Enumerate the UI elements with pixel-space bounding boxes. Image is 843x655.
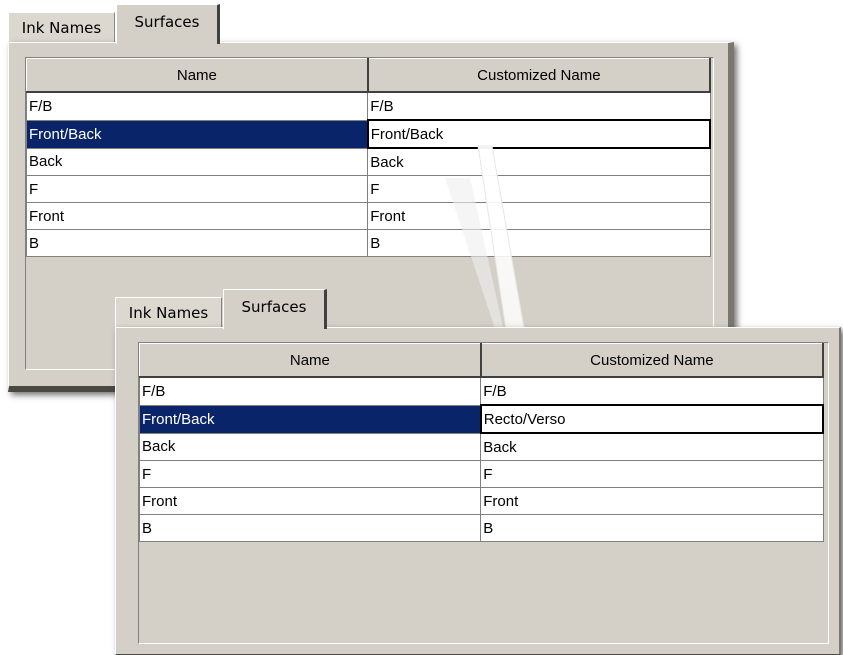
table-row[interactable]: Front Front — [138, 487, 824, 515]
name-cell[interactable]: F — [25, 175, 369, 203]
customized-name-cell[interactable]: B — [480, 514, 824, 542]
tab-strip: Ink Names Surfaces — [115, 285, 841, 329]
customized-name-cell[interactable]: Front — [367, 202, 711, 230]
column-header-customized-name[interactable]: Customized Name — [480, 343, 825, 378]
name-cell[interactable]: F/B — [25, 91, 369, 121]
column-header-name[interactable]: Name — [25, 58, 369, 93]
name-cell[interactable]: F/B — [138, 376, 482, 406]
customized-name-cell[interactable]: F/B — [480, 376, 824, 406]
table-row[interactable]: F F — [25, 175, 711, 203]
tab-content: Name Customized Name F/B F/B Front/Back … — [115, 327, 841, 655]
tab-ink-names[interactable]: Ink Names — [115, 297, 222, 327]
tab-surfaces[interactable]: Surfaces — [116, 4, 220, 44]
name-cell[interactable]: Back — [138, 432, 482, 461]
customized-name-edit-field[interactable]: Recto/Verso — [479, 404, 825, 434]
customized-name-cell[interactable]: Front — [480, 487, 824, 515]
table-row[interactable]: B B — [138, 514, 824, 542]
name-cell[interactable]: B — [138, 514, 482, 542]
name-cell-selected[interactable]: Front/Back — [138, 404, 482, 434]
table-row[interactable]: Back Back — [25, 147, 711, 176]
column-header-name[interactable]: Name — [138, 343, 482, 378]
table-row[interactable]: F F — [138, 460, 824, 488]
name-cell[interactable]: F — [138, 460, 482, 488]
customized-name-cell[interactable]: Back — [367, 147, 711, 176]
grid-frame: Name Customized Name F/B F/B Front/Back … — [138, 342, 829, 644]
surfaces-table: Name Customized Name F/B F/B Front/Back … — [138, 343, 825, 542]
name-cell-selected[interactable]: Front/Back — [25, 119, 369, 149]
customized-name-cell[interactable]: B — [367, 229, 711, 257]
tab-strip: Ink Names Surfaces — [8, 0, 734, 44]
customized-name-edit-field[interactable]: Front/Back — [366, 119, 712, 149]
table-row[interactable]: F/B F/B — [138, 376, 824, 406]
customized-name-cell[interactable]: F — [367, 175, 711, 203]
table-row[interactable]: Front/Back Recto/Verso — [138, 404, 825, 434]
name-cell[interactable]: Back — [25, 147, 369, 176]
table-row[interactable]: F/B F/B — [25, 91, 711, 121]
name-cell[interactable]: B — [25, 229, 369, 257]
table-row[interactable]: Front Front — [25, 202, 711, 230]
customized-name-cell[interactable]: F — [480, 460, 824, 488]
name-cell[interactable]: Front — [25, 202, 369, 230]
surfaces-table: Name Customized Name F/B F/B Front/Back … — [25, 58, 712, 257]
customized-name-cell[interactable]: Back — [480, 432, 824, 461]
customized-name-cell[interactable]: F/B — [367, 91, 711, 121]
table-row[interactable]: B B — [25, 229, 711, 257]
table-row[interactable]: Front/Back Front/Back — [25, 119, 712, 149]
tab-surfaces[interactable]: Surfaces — [223, 289, 327, 329]
surfaces-panel-after: Ink Names Surfaces Name Customized Name … — [115, 285, 841, 655]
tab-ink-names[interactable]: Ink Names — [8, 12, 115, 42]
name-cell[interactable]: Front — [138, 487, 482, 515]
table-row[interactable]: Back Back — [138, 432, 824, 461]
column-header-customized-name[interactable]: Customized Name — [367, 58, 712, 93]
